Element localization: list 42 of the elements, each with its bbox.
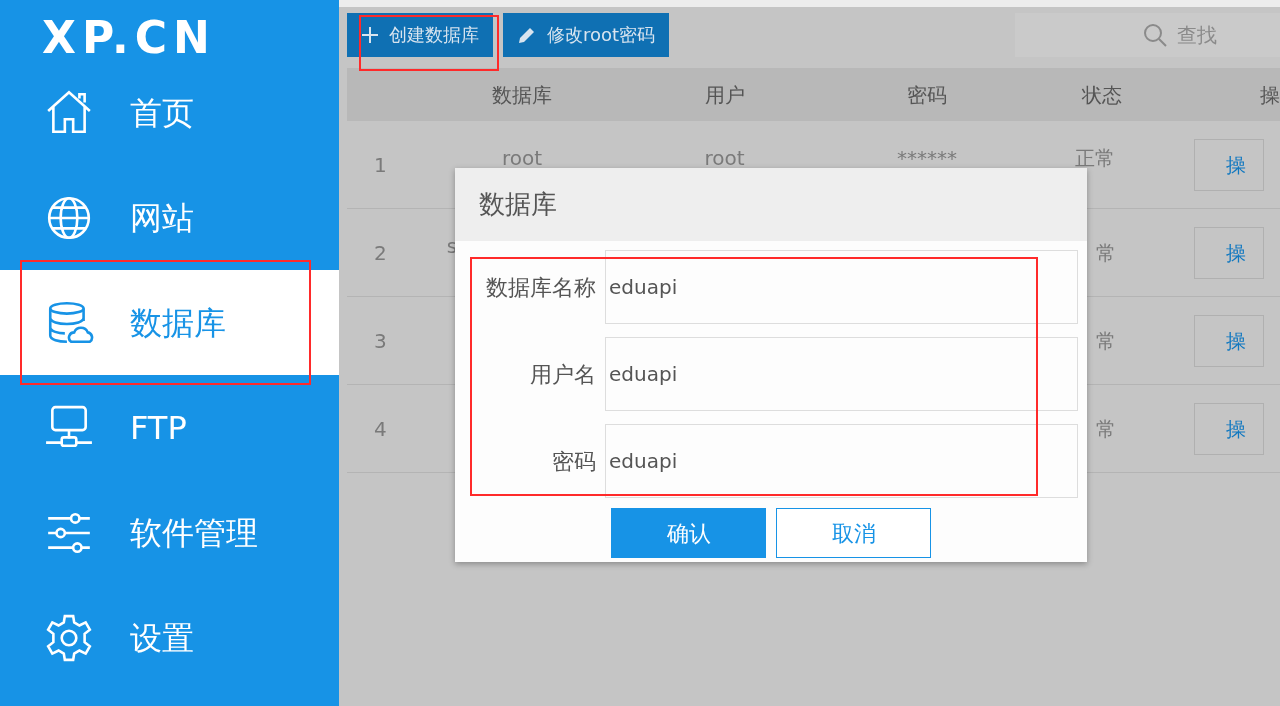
- sidebar-item[interactable]: 网站: [0, 165, 339, 270]
- column-header: 操: [1259, 81, 1280, 109]
- toolbar-button[interactable]: 创建数据库: [347, 12, 493, 57]
- sidebar-item[interactable]: 首页: [0, 60, 339, 165]
- table-cell: root: [704, 145, 745, 170]
- text-input[interactable]: eduapi: [605, 250, 1078, 324]
- table-cell-text: 3: [373, 327, 388, 355]
- settings-icon: [44, 612, 94, 663]
- text-input[interactable]: eduapi: [605, 424, 1078, 498]
- action-button[interactable]: 操: [1194, 226, 1264, 279]
- table-cell: ******: [897, 145, 957, 170]
- table-cell: 常: [1096, 240, 1116, 265]
- action-button[interactable]: 操: [1194, 402, 1264, 455]
- search-field[interactable]: 查找: [1015, 12, 1280, 57]
- toolbar-button[interactable]: 修改root密码: [503, 12, 670, 57]
- table-cell: 正常: [1075, 145, 1115, 170]
- action-button[interactable]: 操: [1194, 138, 1264, 191]
- search-icon: [1143, 22, 1167, 47]
- logo: XP.CN: [41, 11, 217, 60]
- column-header: 用户: [703, 81, 746, 109]
- cancel-button[interactable]: 取消: [776, 508, 931, 558]
- field-label: 用户名: [529, 360, 597, 389]
- plus-icon: [361, 25, 379, 44]
- table-cell-text: 1: [373, 151, 388, 179]
- field-label: 密码: [551, 447, 597, 476]
- table-cell-text: 4: [373, 415, 388, 443]
- field-label: 数据库名称: [485, 273, 597, 302]
- dialog-title: 数据库: [455, 168, 1087, 241]
- sidebar-item[interactable]: 软件管理: [0, 480, 339, 585]
- text-input[interactable]: eduapi: [605, 337, 1078, 411]
- action-button[interactable]: 操: [1194, 314, 1264, 367]
- table-cell: root: [501, 145, 543, 170]
- sidebar-item[interactable]: 设置: [0, 585, 339, 690]
- sidebar-item[interactable]: 数据库: [0, 270, 339, 375]
- column-header: 状态: [1081, 81, 1123, 109]
- sidebar-item[interactable]: FTP: [0, 375, 339, 480]
- table-cell: 常: [1096, 328, 1116, 353]
- column-header: 密码: [906, 81, 948, 109]
- column-header: 数据库: [491, 81, 553, 109]
- table-cell-text: 2: [373, 239, 388, 267]
- table-cell: 常: [1096, 416, 1116, 441]
- confirm-button[interactable]: 确认: [611, 508, 766, 558]
